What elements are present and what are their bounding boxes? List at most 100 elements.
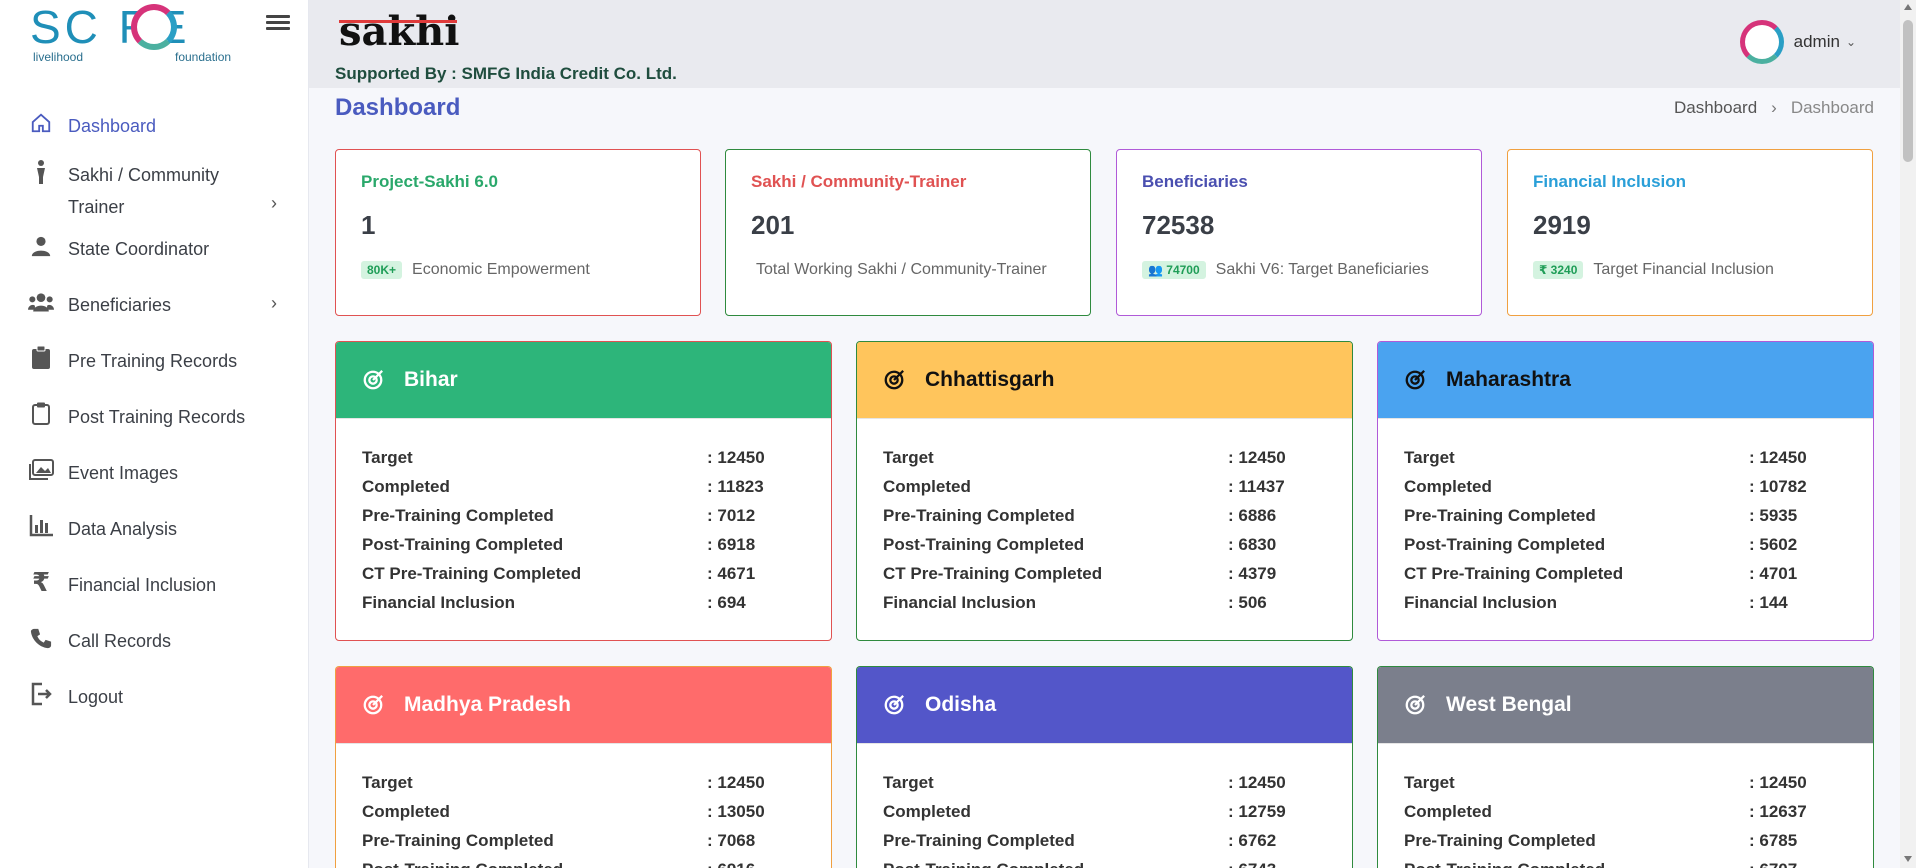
summary-title: Sakhi / Community-Trainer: [751, 172, 967, 191]
scroll-down-icon[interactable]: [1904, 856, 1912, 862]
stat-value: : 12450: [1228, 773, 1286, 792]
sidebar-item-label: Data Analysis: [68, 519, 178, 539]
sidebar-item-label: State Coordinator: [68, 239, 210, 259]
state-card-body: Target: 12450 Completed: 13050 Pre-Train…: [336, 743, 831, 868]
stat-row: Pre-Training Completed: 5935: [1404, 501, 1847, 530]
images-icon: [28, 457, 54, 483]
state-name: West Bengal: [1446, 693, 1572, 716]
avatar: [1739, 20, 1784, 64]
supported-by-text: Supported By : SMFG India Credit Co. Ltd…: [335, 64, 677, 83]
stat-value: : 13050: [707, 802, 765, 821]
score-logo[interactable]: SC RE livelihood foundation: [30, 1, 245, 64]
sidebar-item-event-images[interactable]: Event Images: [0, 457, 309, 489]
stat-value: : 11437: [1228, 477, 1285, 496]
stat-row: Post-Training Completed: 6743: [883, 855, 1326, 868]
sidebar-item-label: Beneficiaries: [68, 295, 172, 315]
target-icon: [363, 695, 383, 715]
stat-row: CT Pre-Training Completed: 4671: [362, 559, 805, 588]
summary-badge-text: 74700: [1166, 263, 1200, 277]
stat-row: Post-Training Completed: 6707: [1404, 855, 1847, 868]
stat-value: : 7012: [707, 506, 756, 525]
stat-label: Target: [1404, 773, 1455, 792]
sidebar-item-dashboard[interactable]: Dashboard: [0, 110, 309, 142]
stat-row: Financial Inclusion: 506: [883, 588, 1326, 617]
summary-card-financial-inclusion: Financial Inclusion 2919 ₹ 3240 Target F…: [1507, 149, 1873, 316]
stat-label: Completed: [362, 802, 450, 821]
stat-value: : 6762: [1228, 831, 1277, 850]
sakhi-logo[interactable]: sakhi: [339, 8, 459, 55]
stat-label: Financial Inclusion: [362, 593, 516, 612]
scrollbar-thumb[interactable]: [1903, 20, 1913, 162]
sidebar-item-sakhi-community-trainer[interactable]: Sakhi / Community Trainer ›: [0, 159, 309, 223]
breadcrumb-link[interactable]: Dashboard: [1674, 98, 1757, 118]
sidebar-item-logout[interactable]: Logout: [0, 681, 309, 713]
users-icon: 👥: [1148, 263, 1167, 277]
sidebar-item-pre-training-records[interactable]: Pre Training Records: [0, 345, 309, 377]
stat-value: : 694: [707, 593, 746, 612]
stat-row: Financial Inclusion: 144: [1404, 588, 1847, 617]
sidebar-item-financial-inclusion[interactable]: ₹ Financial Inclusion: [0, 566, 309, 601]
state-name: Bihar: [404, 368, 458, 391]
stat-value: : 6707: [1749, 855, 1797, 868]
stat-value: : 506: [1228, 593, 1267, 612]
state-name: Maharashtra: [1446, 368, 1571, 391]
breadcrumb: Dashboard › Dashboard: [1674, 98, 1874, 118]
summary-value: 1: [361, 210, 376, 240]
state-card-body: Target: 12450 Completed: 12637 Pre-Train…: [1378, 743, 1873, 868]
stat-row: Target: 12450: [362, 443, 805, 472]
stat-row: Target : 12450: [883, 768, 1326, 797]
logo-bar: [339, 20, 457, 23]
user-menu[interactable]: admin ⌄: [1739, 20, 1856, 64]
state-card-header: West Bengal: [1378, 667, 1873, 743]
breadcrumb-separator-icon: ›: [1771, 98, 1777, 117]
sakhi-logo-text: sakhi: [339, 8, 460, 55]
state-card-header: Odisha: [857, 667, 1352, 743]
breadcrumb-current: Dashboard: [1790, 98, 1874, 117]
summary-badge: ₹ 3240: [1533, 261, 1584, 279]
summary-value: 2919: [1533, 210, 1591, 240]
stat-label: Completed: [362, 477, 450, 496]
state-card-madhya-pradesh: Madhya Pradesh Target: 12450 Completed: …: [335, 666, 832, 868]
sidebar-item-data-analysis[interactable]: Data Analysis: [0, 513, 309, 545]
summary-card-beneficiaries: Beneficiaries 72538 👥 74700 Sakhi V6: Ta…: [1116, 149, 1482, 316]
summary-badge: 80K+: [361, 261, 403, 279]
sidebar-item-beneficiaries[interactable]: Beneficiaries ›: [0, 289, 309, 321]
chevron-down-icon: ⌄: [1845, 35, 1856, 49]
state-card-maharashtra: Maharashtra Target: 12450 Completed: 107…: [1377, 341, 1874, 641]
home-icon: [28, 110, 54, 136]
vertical-scrollbar[interactable]: [1900, 0, 1916, 868]
clipboard-outline-icon: [28, 401, 54, 427]
stat-row: Completed: 11437: [883, 472, 1326, 501]
rupee-icon: ₹: [31, 566, 51, 597]
stat-label: Pre-Training Completed: [1404, 831, 1596, 850]
summary-title: Project-Sakhi 6.0: [361, 172, 499, 191]
sidebar-item-state-coordinator[interactable]: State Coordinator: [0, 233, 309, 265]
stat-value: : 10782: [1749, 477, 1807, 496]
username: admin: [1793, 32, 1840, 51]
stat-value: : 12450: [1749, 773, 1807, 792]
stat-label: Post-Training Completed: [362, 855, 707, 868]
scroll-up-icon[interactable]: [1904, 4, 1912, 10]
sidebar-item-post-training-records[interactable]: Post Training Records: [0, 401, 309, 433]
stat-label: Completed: [883, 802, 971, 821]
stat-row: Target: 12450: [1404, 443, 1847, 472]
stat-row: Financial Inclusion : 694: [362, 588, 805, 617]
sidebar-item-label: Post Training Records: [68, 407, 246, 427]
stat-label: Target: [362, 448, 413, 467]
logout-icon: [28, 681, 54, 707]
sidebar-item-call-records[interactable]: Call Records: [0, 625, 309, 657]
stat-label: Target: [883, 773, 934, 792]
stat-row: CT Pre-Training Completed: 4701: [1404, 559, 1847, 588]
stat-row: Pre-Training Completed: 6785: [1404, 826, 1847, 855]
summary-title: Financial Inclusion: [1533, 172, 1687, 191]
stat-row: Pre-Training Completed: 7012: [362, 501, 805, 530]
stat-label: Post-Training Completed: [362, 535, 564, 554]
logo-sub-left: livelihood: [33, 50, 84, 64]
target-icon: [363, 370, 383, 390]
stat-row: Post-Training Completed: 6916: [362, 855, 805, 868]
target-icon: [1405, 695, 1425, 715]
menu-toggle-icon[interactable]: [266, 12, 290, 32]
summary-footer: ₹ 3240 Target Financial Inclusion: [1533, 261, 1847, 279]
sidebar-nav: Dashboard Sakhi / Community Trainer › St…: [0, 100, 309, 713]
state-card-body: Target: 12450 Completed: 11823 Pre-Train…: [336, 418, 831, 640]
